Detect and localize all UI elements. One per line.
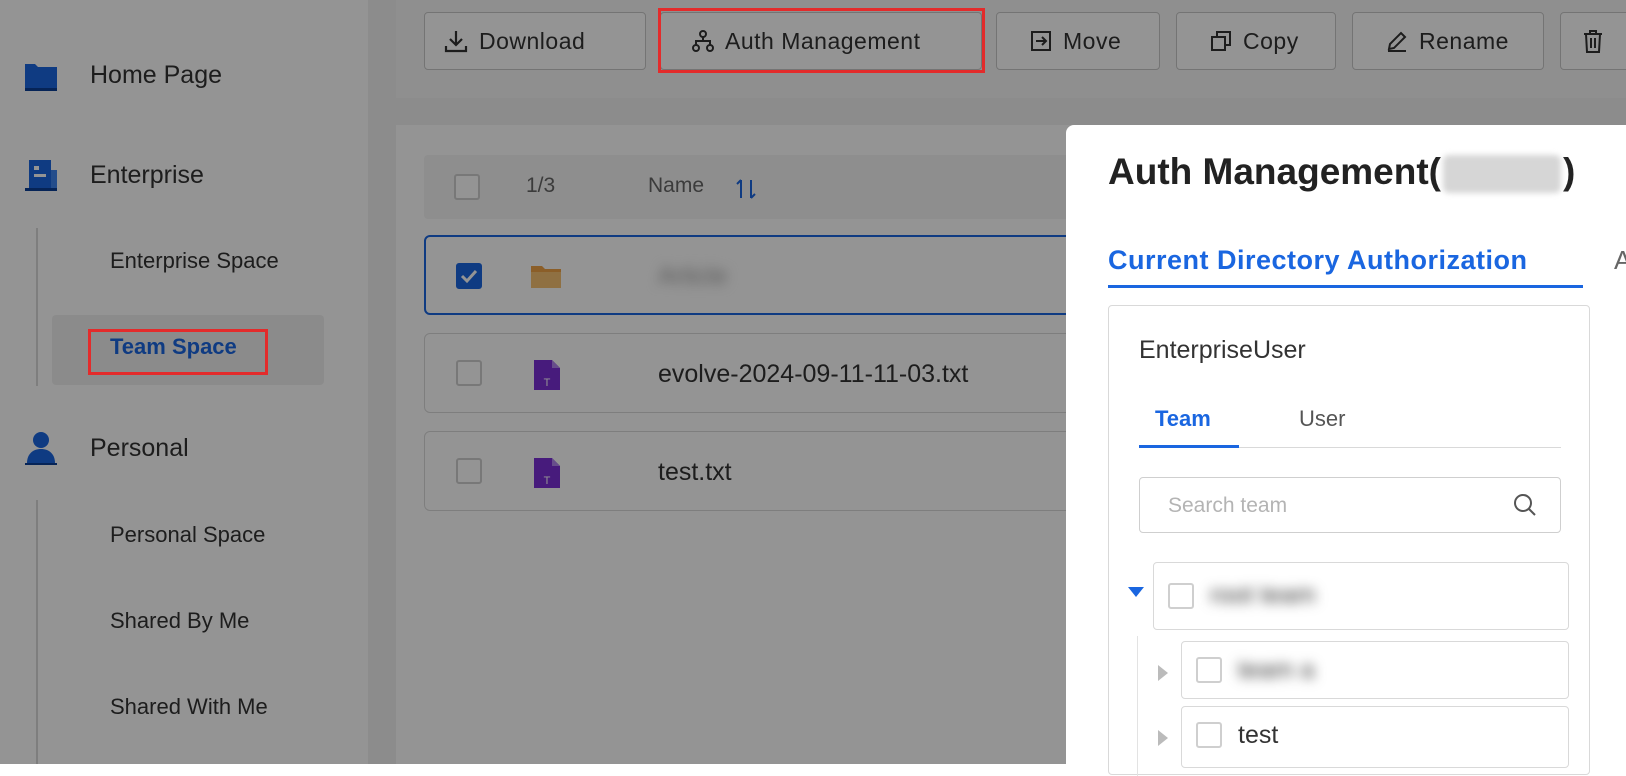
tree-node-checkbox[interactable]	[1196, 657, 1222, 683]
search-icon[interactable]	[1512, 492, 1538, 518]
tree-guide-line	[1137, 636, 1138, 776]
tree-node-label: team a	[1238, 656, 1315, 684]
caret-right-icon[interactable]	[1157, 664, 1169, 682]
search-team-box	[1139, 477, 1561, 534]
card-title: EnterpriseUser	[1139, 336, 1306, 364]
modal-title-suffix: )	[1563, 151, 1576, 192]
tree-node-label: root team	[1210, 581, 1316, 609]
authorization-card: EnterpriseUser Team User root team team …	[1108, 305, 1590, 776]
tab-team[interactable]: Team	[1155, 406, 1211, 432]
tab-next-partial[interactable]: A	[1614, 245, 1626, 276]
tree-node-label: test	[1238, 721, 1279, 749]
caret-down-icon[interactable]	[1127, 586, 1145, 598]
redacted-directory-name	[1443, 155, 1561, 194]
tab-current-directory-authorization[interactable]: Current Directory Authorization	[1108, 245, 1528, 276]
search-team-input[interactable]	[1140, 478, 1530, 534]
highlight-box-team-space	[88, 329, 268, 375]
tree-node[interactable]: team a	[1181, 641, 1569, 699]
tab-user[interactable]: User	[1299, 406, 1345, 432]
tree-node[interactable]: test	[1181, 706, 1569, 768]
active-tab-underline	[1108, 285, 1583, 288]
modal-title-prefix: Auth Management(	[1108, 151, 1441, 192]
highlight-box-auth-management	[658, 8, 985, 73]
tree-node[interactable]: root team	[1153, 562, 1569, 630]
active-subtab-underline	[1139, 445, 1239, 448]
caret-right-icon[interactable]	[1157, 729, 1169, 747]
tree-node-checkbox[interactable]	[1196, 722, 1222, 748]
modal-title: Auth Management()	[1108, 151, 1576, 194]
tree-node-checkbox[interactable]	[1168, 583, 1194, 609]
auth-management-modal: Auth Management() Current Directory Auth…	[1066, 125, 1626, 776]
